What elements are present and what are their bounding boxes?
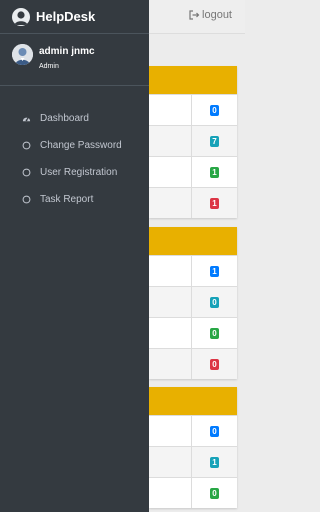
count-badge: 1	[210, 265, 219, 277]
count-badge: 0	[210, 487, 219, 499]
count-badge: 0	[210, 296, 219, 308]
table-row: 0	[149, 94, 237, 125]
circle-icon	[22, 195, 31, 204]
dashboard-content: 0 7 1 1 1 0 0 0 0 1 0	[149, 34, 245, 512]
status-card-1: 0 7 1 1	[149, 66, 237, 218]
card-header	[149, 387, 237, 415]
table-row: 1	[149, 156, 237, 187]
sidebar-nav: Dashboard Change Password User Registrat…	[0, 105, 149, 213]
table-row: 1	[149, 255, 237, 286]
sidebar-item-user-registration[interactable]: User Registration	[0, 159, 149, 186]
circle-icon	[22, 168, 31, 177]
sidebar-item-label: Task Report	[40, 194, 94, 205]
brand-link[interactable]: HelpDesk	[0, 0, 149, 34]
count-badge: 1	[210, 456, 219, 468]
card-header	[149, 66, 237, 94]
helpdesk-logo-icon	[12, 7, 30, 26]
count-badge: 0	[210, 358, 219, 370]
page: logout 0 7 1 1 1 0 0 0 0 1 0 HelpDesk ad…	[0, 0, 245, 512]
tachometer-icon	[22, 114, 31, 123]
sidebar: HelpDesk admin jnmc Admin Dashboard Chan…	[0, 0, 149, 512]
card-header	[149, 227, 237, 255]
count-badge: 0	[210, 104, 219, 116]
count-badge: 0	[210, 327, 219, 339]
logout-link[interactable]: logout	[188, 9, 232, 21]
status-card-2: 1 0 0 0	[149, 227, 237, 379]
status-card-3: 0 1 0	[149, 387, 237, 508]
logout-label: logout	[202, 9, 232, 21]
brand-name: HelpDesk	[36, 9, 96, 24]
table-row: 0	[149, 477, 237, 508]
sidebar-item-task-report[interactable]: Task Report	[0, 186, 149, 213]
sidebar-item-label: Dashboard	[40, 113, 89, 124]
table-row: 1	[149, 446, 237, 477]
table-row: 0	[149, 348, 237, 379]
count-badge: 0	[210, 425, 219, 437]
table-row: 0	[149, 415, 237, 446]
count-badge: 1	[210, 166, 219, 178]
table-row: 0	[149, 286, 237, 317]
avatar	[12, 44, 33, 65]
count-badge: 7	[210, 135, 219, 147]
table-row: 0	[149, 317, 237, 348]
user-panel: admin jnmc Admin	[0, 34, 149, 86]
table-row: 7	[149, 125, 237, 156]
sidebar-item-dashboard[interactable]: Dashboard	[0, 105, 149, 132]
sidebar-item-change-password[interactable]: Change Password	[0, 132, 149, 159]
sidebar-item-label: Change Password	[40, 140, 122, 151]
circle-icon	[22, 141, 31, 150]
count-badge: 1	[210, 197, 219, 209]
sidebar-item-label: User Registration	[40, 167, 118, 178]
user-role: Admin	[39, 63, 59, 70]
sign-out-icon	[188, 9, 200, 21]
user-name[interactable]: admin jnmc	[39, 46, 95, 57]
table-row: 1	[149, 187, 237, 218]
